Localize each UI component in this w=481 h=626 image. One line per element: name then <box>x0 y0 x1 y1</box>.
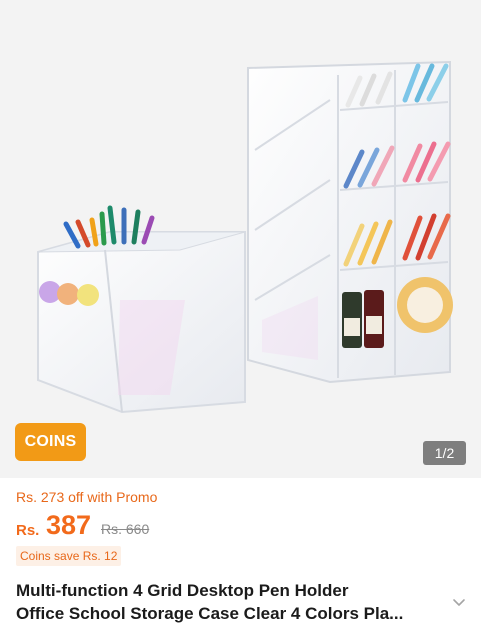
coins-badge: COINS <box>15 423 86 461</box>
product-title[interactable]: Multi-function 4 Grid Desktop Pen Holder… <box>16 579 436 625</box>
product-title-line-2: Office School Storage Case Clear 4 Color… <box>16 604 404 623</box>
original-price: Rs. 660 <box>101 521 150 537</box>
product-image[interactable] <box>0 0 481 478</box>
product-image-gallery[interactable]: COINS 1/2 <box>0 0 481 478</box>
currency-label: Rs. <box>16 522 40 539</box>
promo-text: Rs. 273 off with Promo <box>16 489 158 505</box>
image-page-indicator: 1/2 <box>423 441 466 465</box>
current-price: 387 <box>46 510 92 540</box>
coins-save-badge: Coins save Rs. 12 <box>16 546 122 566</box>
chevron-down-icon[interactable] <box>452 596 466 608</box>
product-title-line-1: Multi-function 4 Grid Desktop Pen Holder <box>16 581 349 600</box>
